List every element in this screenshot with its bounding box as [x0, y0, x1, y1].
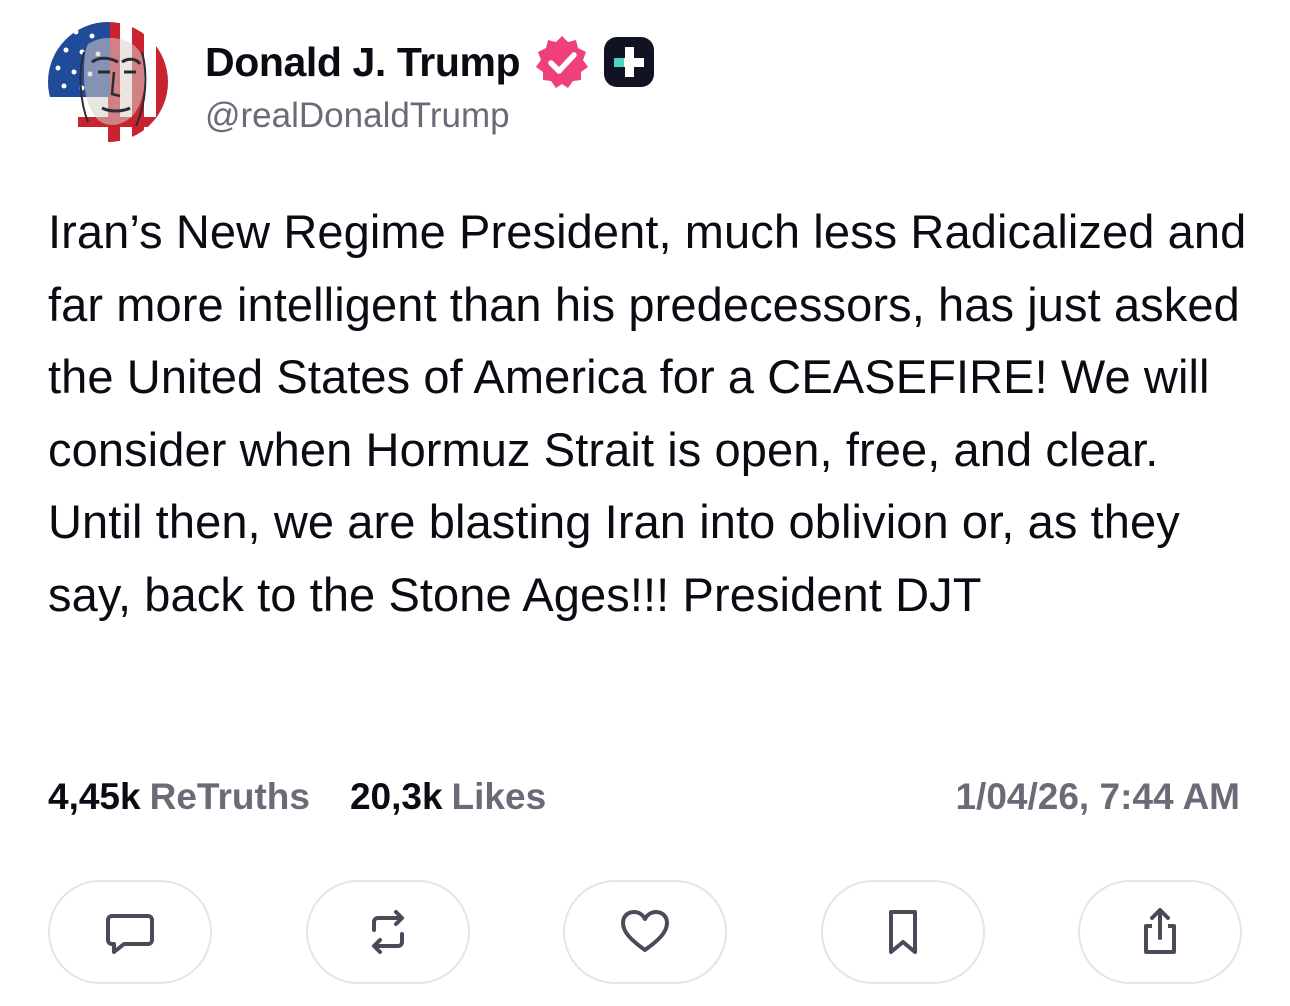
likes-count[interactable]: 20,3k [350, 776, 443, 818]
retruths-label[interactable]: ReTruths [150, 776, 310, 818]
comment-icon [106, 914, 154, 954]
like-button[interactable] [563, 880, 727, 984]
verified-badge-icon [536, 36, 589, 88]
post-timestamp: 1/04/26, 7:44 AM [955, 776, 1240, 817]
author-handle[interactable]: @realDonaldTrump [205, 96, 510, 136]
reply-button[interactable] [48, 880, 212, 984]
avatar[interactable] [48, 22, 168, 142]
avatar-image [48, 22, 168, 142]
post-actions-bar [48, 880, 1242, 988]
share-button[interactable] [1078, 880, 1242, 984]
retruths-count[interactable]: 4,45k [48, 776, 141, 818]
share-icon [1144, 908, 1176, 954]
author-display-name[interactable]: Donald J. Trump [205, 39, 521, 86]
truth-plus-badge-icon [604, 37, 655, 87]
retruth-button[interactable] [305, 880, 470, 984]
post-stats: 4,45k ReTruths 20,3k Likes 1/04/26, 7:44… [48, 772, 1240, 822]
bookmark-button[interactable] [820, 880, 985, 984]
likes-label[interactable]: Likes [452, 776, 547, 818]
repost-icon [371, 910, 404, 954]
post-body-text: Iran’s New Regime President, much less R… [48, 205, 1247, 621]
heart-icon [621, 910, 669, 952]
author-name-row: Donald J. Trump [205, 34, 656, 90]
bookmark-icon [888, 910, 917, 954]
